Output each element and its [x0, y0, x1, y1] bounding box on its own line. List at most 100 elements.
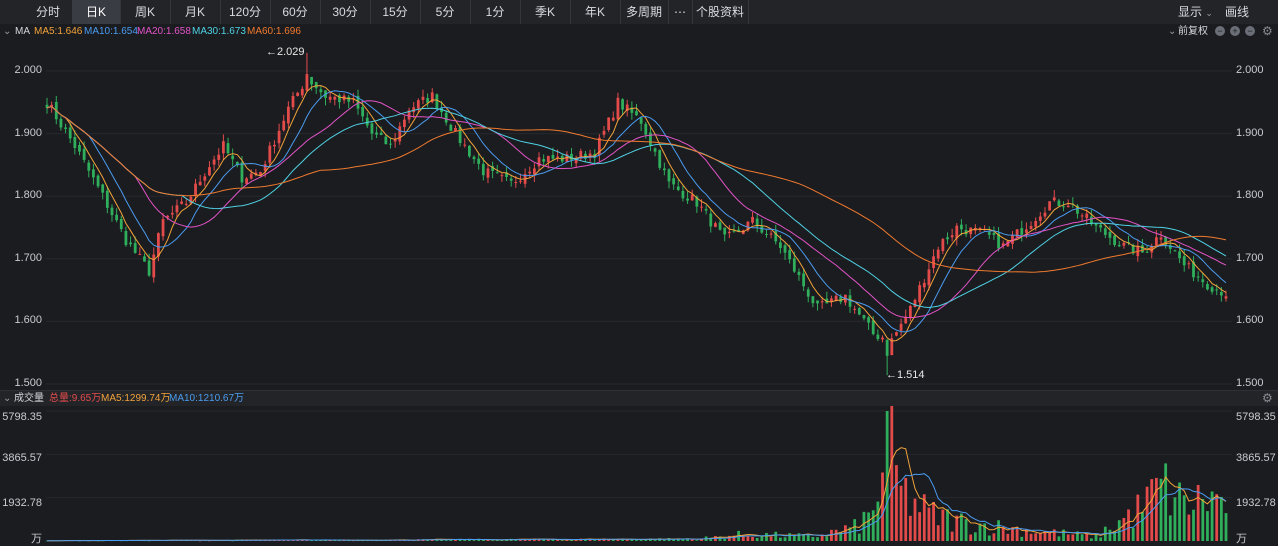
- candle-body: [138, 254, 142, 256]
- volume-tick-r: 3865.57: [1236, 452, 1276, 464]
- candle-body: [802, 273, 805, 287]
- collapse-chevron-icon[interactable]: ⌄: [3, 391, 11, 406]
- volume-bar: [1117, 520, 1121, 541]
- volume-bar: [992, 533, 996, 541]
- candle-body: [1206, 284, 1209, 290]
- volume-bar: [1219, 496, 1223, 541]
- candle-body: [918, 285, 922, 303]
- candle-body: [152, 254, 156, 278]
- candle-body: [1052, 197, 1056, 201]
- candle-body: [296, 92, 300, 96]
- candle-body: [621, 99, 624, 110]
- volume-bar: [765, 532, 768, 541]
- volume-bar: [1164, 463, 1168, 541]
- candle-body: [700, 206, 703, 208]
- kline-chart[interactable]: [0, 0, 1278, 543]
- volume-bar: [960, 513, 963, 541]
- volume-bar: [593, 540, 597, 541]
- volume-bar: [1127, 509, 1130, 541]
- gear-icon[interactable]: ⚙: [1262, 391, 1273, 406]
- volume-bar: [551, 539, 555, 541]
- candle-body: [1025, 229, 1028, 233]
- candle-body: [932, 256, 935, 269]
- volume-bar: [607, 539, 611, 541]
- candle-body: [792, 258, 796, 272]
- candle-body: [788, 250, 792, 260]
- candle-body: [477, 158, 481, 164]
- candle-body: [1029, 225, 1033, 230]
- volume-bar: [1215, 494, 1219, 541]
- candle-body: [1196, 276, 1200, 278]
- candle-body: [519, 180, 522, 182]
- candle-body: [119, 218, 123, 230]
- candle-body: [124, 230, 128, 246]
- volume-tick-l: 3865.57: [2, 452, 42, 464]
- candle-body: [1034, 220, 1038, 227]
- candle-body: [221, 141, 225, 154]
- volume-bar: [816, 537, 819, 541]
- candle-body: [1080, 215, 1084, 217]
- candle-body: [143, 256, 146, 262]
- candle-body: [268, 145, 272, 163]
- candle-body: [1108, 232, 1112, 238]
- volume-bar: [913, 498, 917, 541]
- candle-body: [718, 222, 722, 230]
- candle-body: [454, 128, 457, 131]
- volume-tick-r: 1932.78: [1236, 497, 1276, 509]
- candle-body: [820, 301, 824, 303]
- candle-body: [1178, 251, 1181, 259]
- candle-body: [226, 143, 230, 154]
- volume-tick-r: 5798.35: [1236, 411, 1276, 423]
- volume-ma10: MA10:1210.67万: [169, 393, 245, 404]
- candle-body: [1182, 256, 1186, 266]
- candle-body: [551, 154, 555, 159]
- candle-body: [115, 214, 119, 221]
- volume-bar: [1145, 486, 1149, 541]
- candle-body: [1159, 237, 1163, 240]
- ma5-line: [46, 85, 1227, 342]
- volume-bar: [871, 510, 875, 541]
- candle-body: [379, 132, 383, 135]
- candle-body: [686, 198, 689, 201]
- candle-body: [667, 169, 671, 182]
- candle-body: [59, 118, 63, 128]
- candle-body: [347, 96, 351, 102]
- candle-body: [273, 144, 276, 147]
- volume-bar: [1048, 532, 1052, 541]
- volume-bar: [1071, 534, 1075, 541]
- volume-bar: [1108, 529, 1112, 541]
- volume-bar: [723, 539, 727, 541]
- candle-body: [64, 127, 67, 129]
- volume-bar: [769, 536, 773, 541]
- candle-body: [1113, 235, 1116, 245]
- volume-bar: [862, 511, 866, 541]
- price-tick-r: 1.700: [1236, 251, 1264, 264]
- candle-body: [936, 249, 940, 259]
- candle-body: [927, 269, 931, 286]
- candle-body: [370, 123, 374, 134]
- volume-ma5-line: [46, 447, 1227, 542]
- price-tick-r: 1.600: [1236, 314, 1264, 327]
- volume-bar: [310, 540, 313, 542]
- price-tick-l: 1.700: [14, 251, 42, 264]
- volume-bar: [635, 540, 638, 541]
- volume-bar: [1206, 511, 1209, 541]
- volume-bar: [881, 472, 884, 541]
- candle-body: [468, 145, 471, 157]
- candle-body: [556, 156, 559, 158]
- price-tick-r: 1.900: [1236, 126, 1264, 139]
- candle-body: [194, 183, 197, 197]
- candle-body: [885, 339, 889, 356]
- volume-bar: [834, 529, 838, 541]
- candle-body: [662, 168, 666, 171]
- candle-body: [946, 237, 949, 240]
- candle-body: [1141, 245, 1144, 253]
- candle-body: [1048, 201, 1052, 211]
- volume-unit-left: 万: [31, 533, 42, 545]
- candle-body: [217, 154, 221, 160]
- candle-body: [895, 332, 898, 336]
- candle-body: [602, 130, 606, 135]
- candle-body: [421, 96, 425, 100]
- candle-body: [881, 337, 884, 340]
- candle-body: [486, 168, 490, 178]
